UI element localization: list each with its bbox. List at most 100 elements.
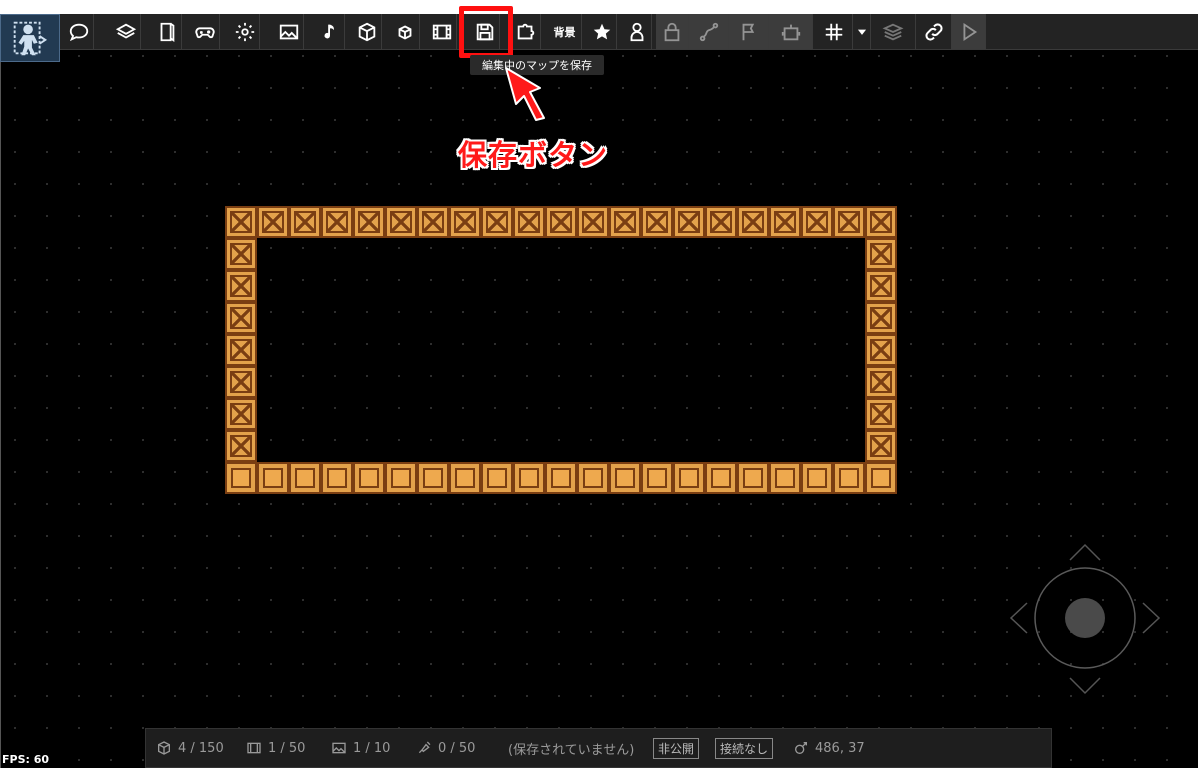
- crate-tile: [801, 206, 833, 238]
- play-button[interactable]: [952, 14, 986, 49]
- person-icon: [630, 22, 643, 41]
- star-button[interactable]: [587, 14, 617, 49]
- grid-dropdown-button[interactable]: [853, 14, 871, 49]
- crate-tile: [225, 430, 257, 462]
- star-icon: [593, 23, 610, 39]
- ground-block-tile: [449, 462, 481, 494]
- crate-tile: [641, 206, 673, 238]
- crate-tile: [865, 270, 897, 302]
- dropdown-icon: [857, 29, 866, 35]
- book-icon: [160, 22, 174, 42]
- image-count: 1 / 10: [331, 729, 390, 767]
- crate-tile: [225, 366, 257, 398]
- ground-block-tile: [641, 462, 673, 494]
- film-icon: [432, 24, 451, 39]
- crate-tile: [481, 206, 513, 238]
- layers-button[interactable]: [111, 14, 141, 49]
- fps-counter: FPS: 60: [2, 753, 50, 766]
- save-state-text: (保存されていません): [508, 742, 635, 758]
- crate-tile: [225, 238, 257, 270]
- save-state: (保存されていません): [508, 729, 634, 767]
- image-button[interactable]: [274, 14, 304, 49]
- crate-tile: [385, 206, 417, 238]
- gamepad-button[interactable]: [190, 14, 220, 49]
- ground-block-tile: [545, 462, 577, 494]
- ground-block-tile: [833, 462, 865, 494]
- crate-tile: [225, 270, 257, 302]
- image-icon: [332, 742, 346, 754]
- lock-button[interactable]: [656, 14, 689, 49]
- ground-block-tile: [289, 462, 321, 494]
- path-icon: [699, 22, 718, 41]
- toolbar: 背景: [0, 14, 1198, 50]
- ground-block-tile: [865, 462, 897, 494]
- crate-tile: [833, 206, 865, 238]
- crate-tile: [449, 206, 481, 238]
- script-count: 0 / 50: [416, 729, 475, 767]
- crate-tile: [289, 206, 321, 238]
- comment-icon: [69, 23, 88, 41]
- visibility-status[interactable]: 非公開: [653, 729, 700, 767]
- crate-tile: [321, 206, 353, 238]
- plugin-button[interactable]: [511, 14, 541, 49]
- play-icon: [963, 22, 977, 41]
- callout-arrow-icon: [505, 67, 545, 121]
- crate-tile: [865, 302, 897, 334]
- film-count-value: 1 / 50: [268, 740, 306, 756]
- crate-tile: [225, 206, 257, 238]
- status-bar: 4 / 150 1 / 50 1 / 10 0 / 50 (保存されていません)…: [145, 728, 1052, 768]
- background-button[interactable]: 背景: [548, 14, 582, 49]
- block-button[interactable]: [352, 14, 382, 49]
- comment-button[interactable]: [64, 14, 94, 49]
- connection-status[interactable]: 接続なし: [715, 729, 774, 767]
- grid-icon: [825, 23, 842, 40]
- coordinates-value: 486, 37: [815, 740, 865, 756]
- cursor-icon: [795, 742, 807, 754]
- small-cube-icon: [398, 24, 411, 39]
- block-count: 4 / 150: [156, 729, 224, 767]
- connection-badge[interactable]: 接続なし: [715, 737, 774, 759]
- crate-tile: [225, 334, 257, 366]
- ground-block-tile: [769, 462, 801, 494]
- lock-icon: [664, 22, 680, 41]
- visibility-badge[interactable]: 非公開: [653, 737, 700, 759]
- film-button[interactable]: [427, 14, 457, 49]
- path-button[interactable]: [689, 14, 729, 49]
- music-icon: [324, 24, 334, 38]
- crate-tile: [865, 334, 897, 366]
- player-button[interactable]: [622, 14, 652, 49]
- gear-icon: [235, 22, 254, 41]
- stack-button[interactable]: [871, 14, 916, 49]
- grid-toggle-button[interactable]: [815, 14, 853, 49]
- crate-tile: [545, 206, 577, 238]
- link-button[interactable]: [916, 14, 952, 49]
- virtual-joystick[interactable]: [1005, 540, 1165, 700]
- crate-tile: [609, 206, 641, 238]
- crate-tile: [225, 302, 257, 334]
- book-button[interactable]: [152, 14, 182, 49]
- flag-button[interactable]: [729, 14, 769, 49]
- block-count-value: 4 / 150: [178, 740, 224, 756]
- app-logo[interactable]: [0, 14, 60, 62]
- save-button-highlight: [459, 6, 513, 58]
- film-count: 1 / 50: [246, 729, 305, 767]
- layers-icon: [115, 23, 136, 39]
- crate-tile: [865, 430, 897, 462]
- cube-icon: [358, 22, 375, 41]
- gamepad-icon: [194, 26, 215, 38]
- crate-tile: [865, 238, 897, 270]
- robot-button[interactable]: [769, 14, 813, 49]
- item-button[interactable]: [390, 14, 420, 49]
- save-button-callout: 保存ボタン: [458, 138, 609, 172]
- ground-block-tile: [673, 462, 705, 494]
- ground-block-tile: [385, 462, 417, 494]
- robot-icon: [781, 24, 800, 40]
- ground-block-tile: [225, 462, 257, 494]
- settings-button[interactable]: [230, 14, 260, 49]
- crate-tile: [577, 206, 609, 238]
- crate-tile: [865, 398, 897, 430]
- ground-block-tile: [609, 462, 641, 494]
- music-button[interactable]: [315, 14, 345, 49]
- stack-icon: [882, 23, 904, 40]
- crate-tile: [769, 206, 801, 238]
